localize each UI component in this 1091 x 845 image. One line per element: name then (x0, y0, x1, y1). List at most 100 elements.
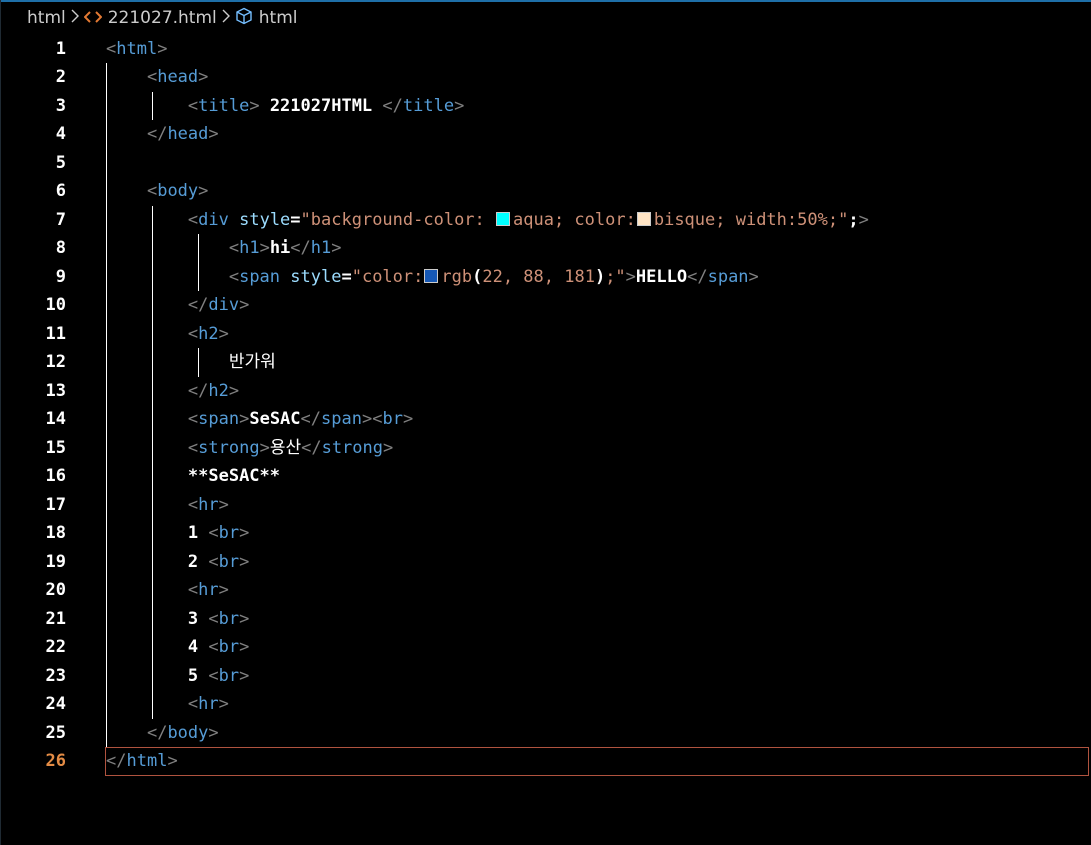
code-text: <hr> (106, 491, 229, 520)
code-line[interactable]: 24 <hr> (0, 690, 1091, 719)
code-token: = (341, 266, 352, 287)
code-line[interactable]: 16 **SeSAC** (0, 462, 1091, 491)
code-text: 5 <br> (106, 662, 249, 691)
code-line[interactable]: 15 <strong>용산</strong> (0, 434, 1091, 463)
code-token: br (218, 665, 240, 686)
code-line[interactable]: 18 1 <br> (0, 519, 1091, 548)
breadcrumb-item-folder[interactable]: html (27, 8, 66, 28)
code-line[interactable]: 20 <hr> (0, 576, 1091, 605)
code-token: > (361, 409, 373, 429)
line-number: 13 (45, 380, 66, 401)
code-text: <head> (106, 63, 208, 92)
code-text: <span>SeSAC</span><br> (106, 405, 413, 434)
code-line[interactable]: 14 <span>SeSAC</span><br> (0, 405, 1091, 434)
code-line[interactable]: 19 2 <br> (0, 548, 1091, 577)
code-token: < (208, 608, 219, 629)
code-line[interactable]: 12 반가워 (0, 348, 1091, 377)
code-token: < (208, 523, 219, 543)
code-line[interactable]: 22 4 <br> (0, 633, 1091, 662)
code-text: <body> (106, 177, 208, 206)
code-text: <div style="background-color: aqua; colo… (106, 206, 869, 235)
code-token: h2 (208, 380, 229, 401)
code-line[interactable]: 7 <div style="background-color: aqua; co… (0, 206, 1091, 235)
line-number: 26 (45, 751, 66, 771)
code-token: </ (146, 722, 168, 743)
code-token: > (331, 238, 342, 258)
line-number: 12 (45, 352, 66, 372)
line-number: 22 (45, 637, 66, 657)
code-line[interactable]: 10 </div> (0, 291, 1091, 320)
code-text: </html> (106, 747, 178, 776)
code-token: < (228, 266, 240, 287)
code-line[interactable]: 17 <hr> (0, 491, 1091, 520)
code-line[interactable]: 25 </body> (0, 719, 1091, 748)
code-line[interactable]: 26 </html> (0, 747, 1091, 776)
code-text: **SeSAC** (106, 462, 280, 491)
code-text: </head> (106, 120, 219, 149)
code-token: br (218, 523, 240, 543)
code-text: <strong>용산</strong> (106, 434, 393, 463)
line-number: 23 (45, 665, 66, 686)
code-token: br (218, 608, 240, 629)
code-text: <hr> (106, 690, 229, 719)
breadcrumb: html 221027.html html (0, 2, 1091, 34)
code-token: > (858, 209, 869, 230)
code-line[interactable]: 9 <span style="color: rgb(22, 88, 181);">… (0, 263, 1091, 292)
code-text: 4 <br> (106, 633, 249, 662)
code-line[interactable]: 5 (0, 149, 1091, 178)
code-token: ) (594, 266, 606, 287)
code-token: < (208, 665, 219, 686)
line-number: 25 (45, 722, 66, 743)
code-token: > (259, 437, 270, 458)
breadcrumb-item-file[interactable]: 221027.html (83, 8, 217, 28)
line-number: 4 (55, 124, 66, 144)
code-token: head (167, 124, 209, 144)
code-line[interactable]: 3 <title> 221027HTML </title> (0, 92, 1091, 121)
breadcrumb-item-element[interactable]: html (235, 7, 298, 30)
color-swatch[interactable] (496, 211, 511, 226)
color-swatch[interactable] (636, 211, 651, 226)
line-number: 3 (55, 95, 66, 116)
code-text: 반가워 (106, 348, 276, 377)
code-token: > (239, 637, 250, 657)
code-token: style (239, 209, 291, 230)
code-line[interactable]: 13 </h2> (0, 377, 1091, 406)
code-token: **SeSAC** (187, 466, 281, 486)
code-line[interactable]: 2 <head> (0, 63, 1091, 92)
code-line[interactable]: 1 <html> (0, 35, 1091, 64)
breadcrumb-label: html (258, 8, 298, 28)
code-token: bisque; width:50%;" (653, 209, 849, 230)
code-line[interactable]: 11 <h2> (0, 320, 1091, 349)
code-token: < (146, 67, 158, 87)
line-number: 21 (45, 608, 66, 629)
line-number: 11 (45, 323, 66, 344)
code-token: < (187, 694, 199, 714)
code-token: 2 (187, 551, 209, 572)
line-number: 2 (55, 67, 66, 87)
code-line[interactable]: 6 <body> (0, 177, 1091, 206)
code-line[interactable]: 23 5 <br> (0, 662, 1091, 691)
color-swatch[interactable] (424, 268, 439, 283)
code-line[interactable]: 21 3 <br> (0, 605, 1091, 634)
code-token: 용산 (269, 437, 302, 458)
code-token: > (208, 722, 219, 743)
code-token: > (259, 238, 270, 258)
code-token: body (157, 181, 199, 201)
code-line[interactable]: 4 </head> (0, 120, 1091, 149)
line-number: 1 (55, 38, 66, 59)
code-token: span (239, 266, 281, 287)
code-line[interactable]: 8 <h1>hi</h1> (0, 234, 1091, 263)
code-token: br (218, 637, 240, 657)
line-number: 20 (45, 580, 66, 600)
